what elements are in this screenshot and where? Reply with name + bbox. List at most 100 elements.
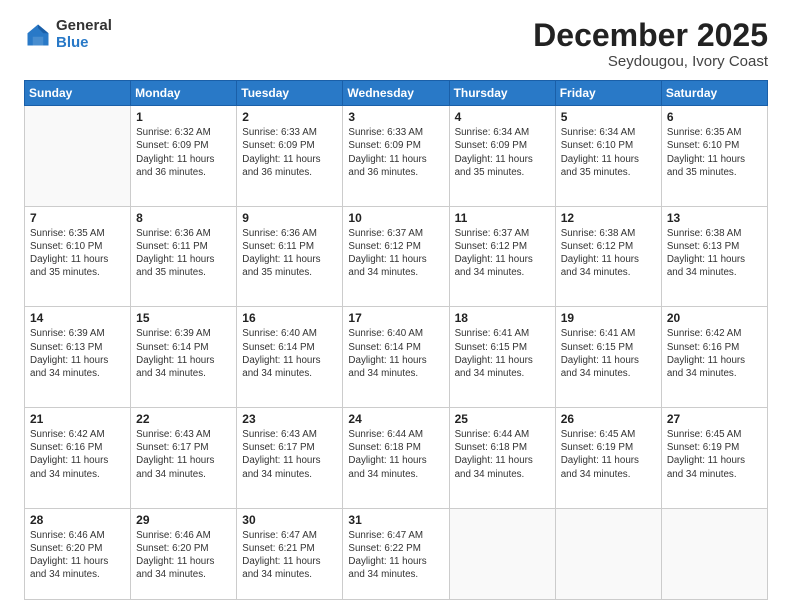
table-row: 6Sunrise: 6:35 AM Sunset: 6:10 PM Daylig… xyxy=(661,106,767,207)
day-info: Sunrise: 6:44 AM Sunset: 6:18 PM Dayligh… xyxy=(455,428,550,481)
table-row: 23 Sunrise: 6:43 AM Sunset: 6:17 PM Dayli… xyxy=(237,407,343,508)
table-row: 27 Sunrise: 6:45 AM Sunset: 6:19 PM Dayli… xyxy=(661,407,767,508)
day-info: Sunrise: 6:45 AM Sunset: 6:19 PM Dayligh… xyxy=(667,428,762,481)
col-thursday: Thursday xyxy=(449,81,555,106)
day-number: 31 xyxy=(348,513,443,527)
day-number: 23 xyxy=(242,412,337,426)
calendar-table: Sunday Monday Tuesday Wednesday Thursday… xyxy=(24,80,768,600)
day-info: Sunrise: 6:33 AM Sunset: 6:09 PM Dayligh… xyxy=(348,126,443,179)
table-row: 15 Sunrise: 6:39 AM Sunset: 6:14 PM Dayli… xyxy=(131,307,237,408)
day-info: Sunrise: 6:39 AM Sunset: 6:14 PM Dayligh… xyxy=(136,327,231,380)
day-info: Sunrise: 6:44 AM Sunset: 6:18 PM Dayligh… xyxy=(348,428,443,481)
day-info: Sunrise: 6:42 AM Sunset: 6:16 PM Dayligh… xyxy=(667,327,762,380)
col-friday: Friday xyxy=(555,81,661,106)
day-number: 1 xyxy=(136,110,231,124)
day-number: 15 xyxy=(136,311,231,325)
table-row: 2Sunrise: 6:33 AM Sunset: 6:09 PM Daylig… xyxy=(237,106,343,207)
day-info: Sunrise: 6:39 AM Sunset: 6:13 PM Dayligh… xyxy=(30,327,125,380)
day-number: 3 xyxy=(348,110,443,124)
title-month: December 2025 xyxy=(533,18,768,53)
col-tuesday: Tuesday xyxy=(237,81,343,106)
day-number: 6 xyxy=(667,110,762,124)
table-row: 5 Sunrise: 6:34 AM Sunset: 6:10 PM Daylig… xyxy=(555,106,661,207)
table-row: 3 Sunrise: 6:33 AM Sunset: 6:09 PM Daylig… xyxy=(343,106,449,207)
day-info: Sunrise: 6:38 AM Sunset: 6:12 PM Dayligh… xyxy=(561,227,656,280)
table-row: 30 Sunrise: 6:47 AM Sunset: 6:21 PM Dayli… xyxy=(237,508,343,600)
col-sunday: Sunday xyxy=(25,81,131,106)
calendar-week-row: 28 Sunrise: 6:46 AM Sunset: 6:20 PM Dayli… xyxy=(25,508,768,600)
day-info: Sunrise: 6:47 AM Sunset: 6:22 PM Dayligh… xyxy=(348,529,443,582)
day-number: 10 xyxy=(348,211,443,225)
day-info: Sunrise: 6:34 AM Sunset: 6:09 PM Dayligh… xyxy=(455,126,550,179)
day-info: Sunrise: 6:41 AM Sunset: 6:15 PM Dayligh… xyxy=(455,327,550,380)
day-info: Sunrise: 6:40 AM Sunset: 6:14 PM Dayligh… xyxy=(348,327,443,380)
calendar-header-row: Sunday Monday Tuesday Wednesday Thursday… xyxy=(25,81,768,106)
day-number: 5 xyxy=(561,110,656,124)
table-row: 7Sunrise: 6:35 AM Sunset: 6:10 PM Daylig… xyxy=(25,206,131,307)
day-number: 30 xyxy=(242,513,337,527)
logo-text: General Blue xyxy=(56,18,112,51)
day-info: Sunrise: 6:41 AM Sunset: 6:15 PM Dayligh… xyxy=(561,327,656,380)
day-info: Sunrise: 6:34 AM Sunset: 6:10 PM Dayligh… xyxy=(561,126,656,179)
table-row: 19 Sunrise: 6:41 AM Sunset: 6:15 PM Dayli… xyxy=(555,307,661,408)
table-row xyxy=(449,508,555,600)
day-number: 16 xyxy=(242,311,337,325)
day-number: 26 xyxy=(561,412,656,426)
day-info: Sunrise: 6:45 AM Sunset: 6:19 PM Dayligh… xyxy=(561,428,656,481)
day-number: 27 xyxy=(667,412,762,426)
table-row: 1 Sunrise: 6:32 AM Sunset: 6:09 PM Daylig… xyxy=(131,106,237,207)
table-row: 22Sunrise: 6:43 AM Sunset: 6:17 PM Dayli… xyxy=(131,407,237,508)
table-row: 16Sunrise: 6:40 AM Sunset: 6:14 PM Dayli… xyxy=(237,307,343,408)
day-number: 24 xyxy=(348,412,443,426)
day-number: 17 xyxy=(348,311,443,325)
table-row: 11Sunrise: 6:37 AM Sunset: 6:12 PM Dayli… xyxy=(449,206,555,307)
day-info: Sunrise: 6:36 AM Sunset: 6:11 PM Dayligh… xyxy=(136,227,231,280)
table-row xyxy=(661,508,767,600)
day-number: 14 xyxy=(30,311,125,325)
day-info: Sunrise: 6:37 AM Sunset: 6:12 PM Dayligh… xyxy=(348,227,443,280)
day-number: 21 xyxy=(30,412,125,426)
day-info: Sunrise: 6:32 AM Sunset: 6:09 PM Dayligh… xyxy=(136,126,231,179)
day-info: Sunrise: 6:37 AM Sunset: 6:12 PM Dayligh… xyxy=(455,227,550,280)
calendar-week-row: 1 Sunrise: 6:32 AM Sunset: 6:09 PM Daylig… xyxy=(25,106,768,207)
day-number: 18 xyxy=(455,311,550,325)
table-row: 29Sunrise: 6:46 AM Sunset: 6:20 PM Dayli… xyxy=(131,508,237,600)
col-saturday: Saturday xyxy=(661,81,767,106)
title-block: December 2025 Seydougou, Ivory Coast xyxy=(533,18,768,70)
table-row: 14 Sunrise: 6:39 AM Sunset: 6:13 PM Dayli… xyxy=(25,307,131,408)
table-row: 26 Sunrise: 6:45 AM Sunset: 6:19 PM Dayli… xyxy=(555,407,661,508)
day-info: Sunrise: 6:43 AM Sunset: 6:17 PM Dayligh… xyxy=(242,428,337,481)
title-location: Seydougou, Ivory Coast xyxy=(533,53,768,70)
day-info: Sunrise: 6:42 AM Sunset: 6:16 PM Dayligh… xyxy=(30,428,125,481)
col-wednesday: Wednesday xyxy=(343,81,449,106)
calendar-week-row: 14 Sunrise: 6:39 AM Sunset: 6:13 PM Dayli… xyxy=(25,307,768,408)
day-info: Sunrise: 6:47 AM Sunset: 6:21 PM Dayligh… xyxy=(242,529,337,582)
table-row: 18 Sunrise: 6:41 AM Sunset: 6:15 PM Dayli… xyxy=(449,307,555,408)
day-info: Sunrise: 6:38 AM Sunset: 6:13 PM Dayligh… xyxy=(667,227,762,280)
table-row: 24 Sunrise: 6:44 AM Sunset: 6:18 PM Dayli… xyxy=(343,407,449,508)
col-monday: Monday xyxy=(131,81,237,106)
table-row: 21 Sunrise: 6:42 AM Sunset: 6:16 PM Dayli… xyxy=(25,407,131,508)
day-number: 4 xyxy=(455,110,550,124)
table-row: 17 Sunrise: 6:40 AM Sunset: 6:14 PM Dayli… xyxy=(343,307,449,408)
day-number: 28 xyxy=(30,513,125,527)
calendar-week-row: 21 Sunrise: 6:42 AM Sunset: 6:16 PM Dayli… xyxy=(25,407,768,508)
table-row: 13Sunrise: 6:38 AM Sunset: 6:13 PM Dayli… xyxy=(661,206,767,307)
day-info: Sunrise: 6:36 AM Sunset: 6:11 PM Dayligh… xyxy=(242,227,337,280)
table-row: 31 Sunrise: 6:47 AM Sunset: 6:22 PM Dayli… xyxy=(343,508,449,600)
table-row: 9 Sunrise: 6:36 AM Sunset: 6:11 PM Daylig… xyxy=(237,206,343,307)
day-number: 2 xyxy=(242,110,337,124)
logo-icon xyxy=(24,21,52,49)
table-row: 25 Sunrise: 6:44 AM Sunset: 6:18 PM Dayli… xyxy=(449,407,555,508)
day-number: 22 xyxy=(136,412,231,426)
day-number: 29 xyxy=(136,513,231,527)
table-row: 20Sunrise: 6:42 AM Sunset: 6:16 PM Dayli… xyxy=(661,307,767,408)
day-number: 12 xyxy=(561,211,656,225)
logo-blue-text: Blue xyxy=(56,35,112,52)
table-row: 4 Sunrise: 6:34 AM Sunset: 6:09 PM Daylig… xyxy=(449,106,555,207)
day-number: 9 xyxy=(242,211,337,225)
day-number: 19 xyxy=(561,311,656,325)
day-info: Sunrise: 6:46 AM Sunset: 6:20 PM Dayligh… xyxy=(30,529,125,582)
day-number: 25 xyxy=(455,412,550,426)
table-row: 28 Sunrise: 6:46 AM Sunset: 6:20 PM Dayli… xyxy=(25,508,131,600)
